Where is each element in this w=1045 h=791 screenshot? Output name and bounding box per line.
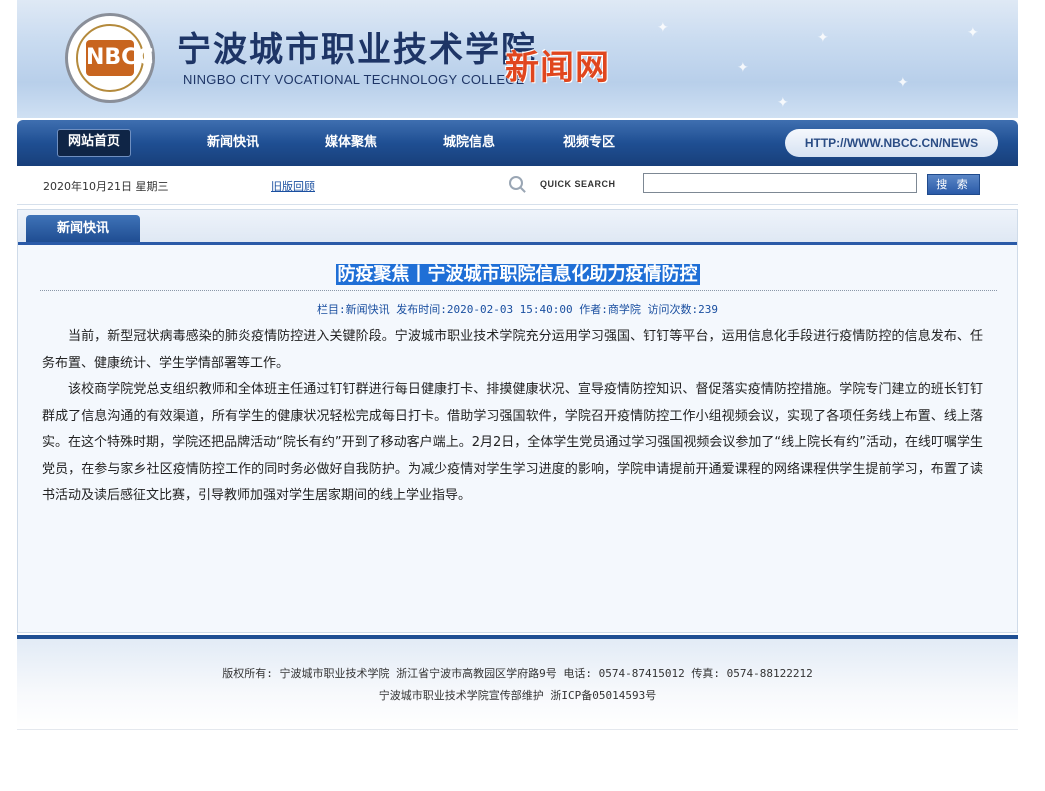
tab-news[interactable]: 新闻快讯 — [26, 215, 140, 242]
article-paragraph: 该校商学院党总支组织教师和全体班主任通过钉钉群进行每日健康打卡、排摸健康状况、宣… — [42, 382, 983, 503]
site-title-en: NINGBO CITY VOCATIONAL TECHNOLOGY COLLEG… — [183, 72, 525, 87]
quick-search-label: QUICK SEARCH — [540, 179, 616, 189]
article-paragraph: 当前，新型冠状病毒感染的肺炎疫情防控进入关键阶段。宁波城市职业技术学院充分运用学… — [42, 329, 983, 371]
old-version-link[interactable]: 旧版回顾 — [271, 178, 315, 194]
sparkle-icon: ✦ — [657, 20, 669, 36]
article-title: 防疫聚焦丨宁波城市职院信息化助力疫情防控 — [18, 260, 1017, 286]
site-title-news: 新闻网 — [505, 48, 610, 88]
divider — [40, 290, 997, 291]
sparkle-icon: ✦ — [777, 95, 789, 111]
page-wrapper: ✦ ✦ ✦ ✦ ✦ ✦ NBCC 宁波城市职业技术学院 NINGBO CITY … — [17, 0, 1018, 730]
site-url-badge[interactable]: HTTP://WWW.NBCC.CN/NEWS — [785, 129, 998, 157]
nav-item-home[interactable]: 网站首页 — [57, 129, 132, 157]
current-date: 2020年10月21日 星期三 — [43, 180, 169, 193]
nav-item-video[interactable]: 视频专区 — [553, 131, 625, 157]
footer-copyright: 版权所有: 宁波城市职业技术学院 浙江省宁波市高教园区学府路9号 电话: 057… — [222, 667, 813, 680]
site-title-cn: 宁波城市职业技术学院 — [177, 30, 537, 70]
article-title-text: 防疫聚焦丨宁波城市职院信息化助力疫情防控 — [335, 264, 700, 285]
header-banner: ✦ ✦ ✦ ✦ ✦ ✦ NBCC 宁波城市职业技术学院 NINGBO CITY … — [17, 0, 1018, 118]
search-button[interactable]: 搜 索 — [927, 174, 980, 195]
sparkle-icon: ✦ — [737, 60, 749, 76]
content-panel: 新闻快讯 防疫聚焦丨宁波城市职院信息化助力疫情防控 栏目:新闻快讯 发布时间:2… — [17, 209, 1018, 633]
nav-item-news[interactable]: 新闻快讯 — [197, 131, 269, 157]
search-input[interactable] — [643, 173, 917, 193]
sparkle-icon: ✦ — [897, 75, 909, 91]
page-footer: 版权所有: 宁波城市职业技术学院 浙江省宁波市高教园区学府路9号 电话: 057… — [17, 635, 1018, 730]
info-bar: 2020年10月21日 星期三 旧版回顾 QUICK SEARCH 搜 索 — [17, 166, 1018, 205]
nav-item-campus[interactable]: 城院信息 — [433, 131, 505, 157]
panel-tab-bar: 新闻快讯 — [18, 210, 1017, 245]
college-logo[interactable]: NBCC — [65, 13, 155, 103]
sparkle-icon: ✦ — [817, 30, 829, 46]
search-icon — [509, 176, 523, 190]
main-nav: 网站首页 新闻快讯 媒体聚焦 城院信息 视频专区 HTTP://WWW.NBCC… — [17, 120, 1018, 166]
article-body: 当前，新型冠状病毒感染的肺炎疫情防控进入关键阶段。宁波城市职业技术学院充分运用学… — [42, 324, 983, 510]
logo-emblem: NBCC — [86, 40, 153, 76]
nav-item-media[interactable]: 媒体聚焦 — [315, 131, 387, 157]
footer-icp: 宁波城市职业技术学院宣传部维护 浙ICP备05014593号 — [378, 689, 657, 702]
article-meta: 栏目:新闻快讯 发布时间:2020-02-03 15:40:00 作者:商学院 … — [316, 303, 719, 316]
sparkle-icon: ✦ — [967, 25, 979, 41]
